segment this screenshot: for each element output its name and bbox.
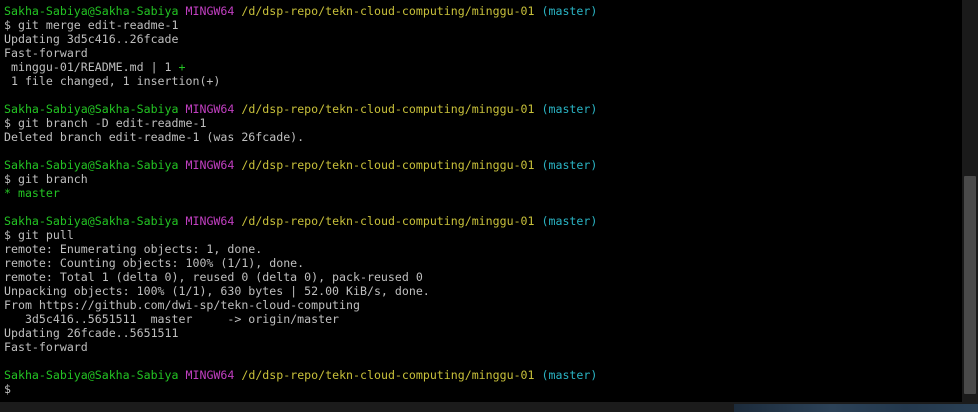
prompt-shell: MINGW64 <box>185 368 235 382</box>
terminal-output: Sakha-Sabiya@Sakha-Sabiya MINGW64 /d/dsp… <box>4 4 962 396</box>
command-text: git merge edit-readme-1 <box>17 18 179 32</box>
prompt-line: Sakha-Sabiya@Sakha-Sabiya MINGW64 /d/dsp… <box>4 158 962 172</box>
diff-plus: + <box>178 60 186 74</box>
prompt-user-host: Sakha-Sabiya@Sakha-Sabiya <box>4 4 179 18</box>
command-line: $ git branch -D edit-readme-1 <box>4 116 962 130</box>
text-cursor <box>17 383 25 396</box>
prompt-branch: (master) <box>541 4 598 18</box>
prompt-symbol: $ <box>4 382 11 396</box>
output-line: remote: Enumerating objects: 1, done. <box>4 242 263 256</box>
output-line: 1 file changed, 1 insertion(+) <box>4 74 221 88</box>
prompt-user-host: Sakha-Sabiya@Sakha-Sabiya <box>4 158 179 172</box>
output-line: Updating 26fcade..5651511 <box>4 326 179 340</box>
prompt-line: Sakha-Sabiya@Sakha-Sabiya MINGW64 /d/dsp… <box>4 214 962 228</box>
prompt-branch: (master) <box>541 214 598 228</box>
output-line: Deleted branch edit-readme-1 (was 26fcad… <box>4 130 305 144</box>
prompt-path: /d/dsp-repo/tekn-cloud-computing/minggu-… <box>241 368 535 382</box>
file-stat: minggu-01/README.md | 1 <box>4 60 179 74</box>
prompt-path: /d/dsp-repo/tekn-cloud-computing/minggu-… <box>241 158 535 172</box>
prompt-user-host: Sakha-Sabiya@Sakha-Sabiya <box>4 368 179 382</box>
input-line[interactable]: $ <box>4 382 962 396</box>
prompt-line: Sakha-Sabiya@Sakha-Sabiya MINGW64 /d/dsp… <box>4 368 962 382</box>
prompt-path: /d/dsp-repo/tekn-cloud-computing/minggu-… <box>241 102 535 116</box>
command-line: $ git merge edit-readme-1 <box>4 18 962 32</box>
prompt-symbol: $ <box>4 116 11 130</box>
prompt-shell: MINGW64 <box>185 4 235 18</box>
prompt-user-host: Sakha-Sabiya@Sakha-Sabiya <box>4 214 179 228</box>
command-line: $ git pull <box>4 228 962 242</box>
prompt-branch: (master) <box>541 368 598 382</box>
command-line: $ git branch <box>4 172 962 186</box>
output-line: Unpacking objects: 100% (1/1), 630 bytes… <box>4 284 430 298</box>
prompt-user-host: Sakha-Sabiya@Sakha-Sabiya <box>4 102 179 116</box>
prompt-branch: (master) <box>541 158 598 172</box>
prompt-symbol: $ <box>4 228 11 242</box>
prompt-shell: MINGW64 <box>185 214 235 228</box>
prompt-shell: MINGW64 <box>185 102 235 116</box>
output-line: minggu-01/README.md | 1 + <box>4 60 962 74</box>
command-text: git branch -D edit-readme-1 <box>17 116 207 130</box>
prompt-symbol: $ <box>4 172 11 186</box>
prompt-shell: MINGW64 <box>185 158 235 172</box>
command-text: git pull <box>17 228 74 242</box>
prompt-line: Sakha-Sabiya@Sakha-Sabiya MINGW64 /d/dsp… <box>4 102 962 116</box>
current-branch: * master <box>4 186 60 200</box>
prompt-symbol: $ <box>4 18 11 32</box>
output-line: 3d5c416..5651511 master -> origin/master <box>4 312 340 326</box>
horizontal-scrollbar-thumb[interactable] <box>734 404 978 412</box>
scrollbar-thumb[interactable] <box>964 176 976 394</box>
output-line: Fast-forward <box>4 46 88 60</box>
prompt-line: Sakha-Sabiya@Sakha-Sabiya MINGW64 /d/dsp… <box>4 4 962 18</box>
output-line: Updating 3d5c416..26fcade <box>4 32 179 46</box>
terminal-window[interactable]: Sakha-Sabiya@Sakha-Sabiya MINGW64 /d/dsp… <box>0 0 962 402</box>
prompt-path: /d/dsp-repo/tekn-cloud-computing/minggu-… <box>241 4 535 18</box>
prompt-path: /d/dsp-repo/tekn-cloud-computing/minggu-… <box>241 214 535 228</box>
output-line: remote: Counting objects: 100% (1/1), do… <box>4 256 305 270</box>
output-line: Fast-forward <box>4 340 88 354</box>
command-text: git branch <box>17 172 88 186</box>
output-line: From https://github.com/dwi-sp/tekn-clou… <box>4 298 360 312</box>
output-line: remote: Total 1 (delta 0), reused 0 (del… <box>4 270 423 284</box>
prompt-branch: (master) <box>541 102 598 116</box>
vertical-scrollbar[interactable] <box>962 0 978 402</box>
horizontal-scrollbar[interactable] <box>0 402 978 412</box>
